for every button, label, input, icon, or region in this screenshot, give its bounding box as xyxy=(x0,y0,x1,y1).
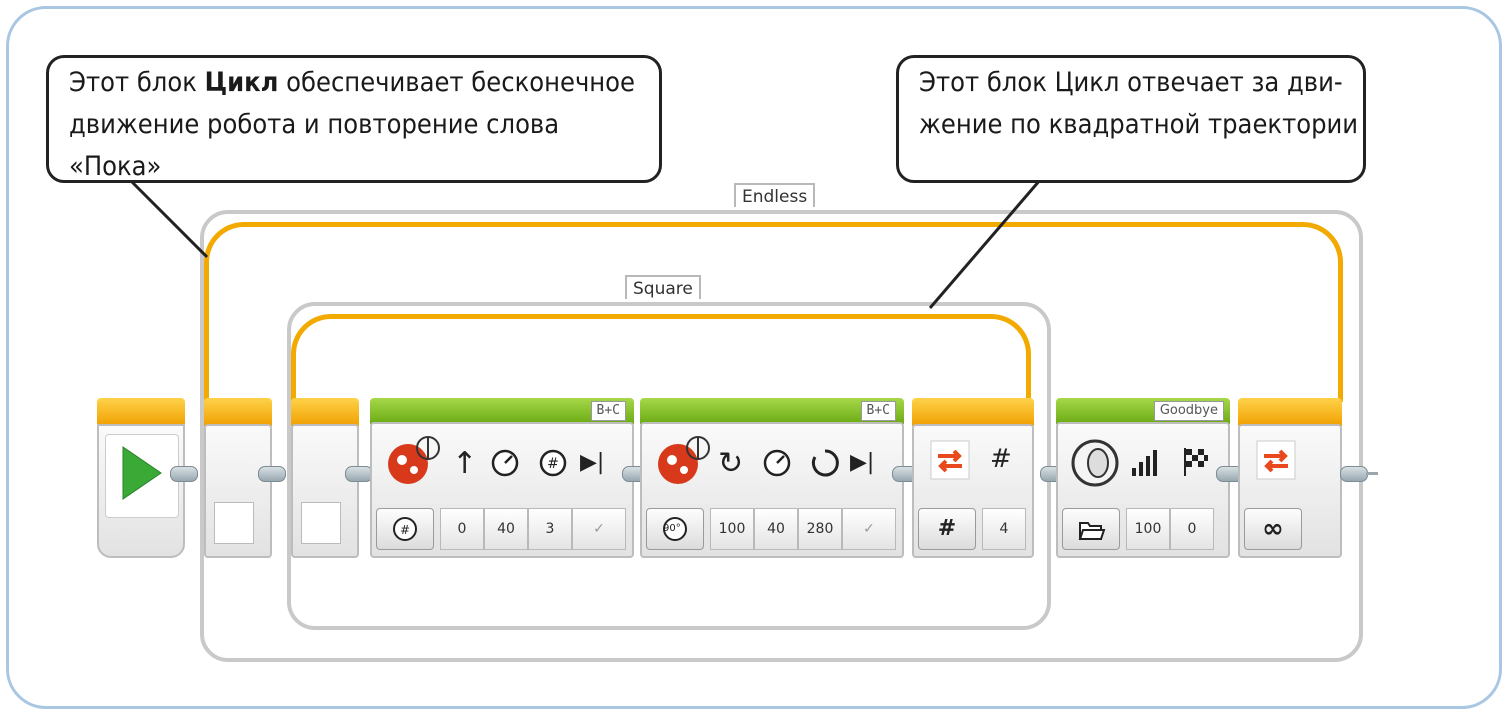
direction-icon: ↑ xyxy=(452,446,478,481)
brake-icon: ▶| xyxy=(850,450,875,475)
power-value[interactable]: 40 xyxy=(484,508,528,550)
count-icon: # xyxy=(990,444,1012,474)
degrees-mode-label: 90° xyxy=(663,523,681,534)
callout-endless-line2: движение робота и повторение слова «Пока… xyxy=(69,109,560,182)
turn-direction-icon: ↻ xyxy=(718,446,744,481)
sound-block[interactable]: Goodbye 100 0 xyxy=(1056,398,1232,558)
mode-selector[interactable]: 90° xyxy=(646,508,704,550)
brake-value[interactable]: ✓ xyxy=(842,508,896,550)
power-icon xyxy=(491,449,519,477)
rotations-count-icon: # xyxy=(539,449,567,477)
steering-value[interactable]: 0 xyxy=(440,508,484,550)
callout-endless-line1-pre: Этот блок xyxy=(69,67,205,98)
speaker-icon xyxy=(1071,439,1119,487)
sound-mode-selector[interactable] xyxy=(1062,508,1120,550)
callout-endless-loop: Этот блок Цикл обеспечивает бесконечное … xyxy=(46,55,662,183)
steering-motor-icon xyxy=(388,436,440,484)
svg-text:#: # xyxy=(547,456,559,472)
square-loop-end[interactable]: # # 4 xyxy=(912,398,1036,558)
play-type-flag-icon xyxy=(1184,448,1208,476)
steering-value[interactable]: 100 xyxy=(710,508,754,550)
steering-motor-icon xyxy=(658,436,710,484)
rotations-value[interactable]: 3 xyxy=(528,508,572,550)
rotations-mode-icon: # xyxy=(393,517,417,541)
sequence-wire-end xyxy=(1366,472,1378,475)
callout-square-loop: Этот блок Цикл отвечает за дви- жение по… xyxy=(896,55,1366,183)
degrees-value[interactable]: 280 xyxy=(798,508,842,550)
loop-icon xyxy=(1256,440,1296,480)
play-triangle-icon xyxy=(122,446,162,500)
callout-endless-line1-bold: Цикл xyxy=(204,67,279,98)
brake-value[interactable]: ✓ xyxy=(572,508,626,550)
brake-icon: ▶| xyxy=(580,450,605,475)
sequence-plug xyxy=(170,466,198,482)
power-icon xyxy=(763,449,791,477)
volume-icon xyxy=(1132,450,1157,476)
sound-file-label[interactable]: Goodbye xyxy=(1153,401,1224,421)
callout-square-line1: Этот блок Цикл отвечает за дви- xyxy=(919,67,1343,98)
move-steering-block-2[interactable]: B+C ↻ ▶| 90° 100 40 280 ✓ xyxy=(640,398,906,558)
degrees-icon xyxy=(811,449,839,477)
endless-loop-end[interactable]: ∞ xyxy=(1238,398,1344,558)
loop-count-value[interactable]: 4 xyxy=(982,508,1026,550)
svg-text:#: # xyxy=(400,523,410,537)
callout-endless-line1-post: обеспечивает бесконечное xyxy=(278,67,635,98)
loop-mode-selector[interactable]: ∞ xyxy=(1244,508,1302,550)
power-value[interactable]: 40 xyxy=(754,508,798,550)
folder-icon xyxy=(1078,522,1106,540)
mode-selector[interactable]: # xyxy=(376,508,434,550)
port-label[interactable]: B+C xyxy=(590,401,626,421)
callout-square-line2: жение по квадратной траектории xyxy=(919,109,1359,140)
volume-value[interactable]: 100 xyxy=(1126,508,1170,550)
loop-icon xyxy=(930,440,970,480)
callout-endless-line1: Этот блок Цикл обеспечивает бесконечное xyxy=(69,62,659,104)
loop-mode-selector[interactable]: # xyxy=(918,508,976,550)
sequence-plug xyxy=(1340,466,1368,482)
sequence-plug xyxy=(345,466,373,482)
port-label[interactable]: B+C xyxy=(860,401,896,421)
play-type-value[interactable]: 0 xyxy=(1170,508,1214,550)
move-steering-block-1[interactable]: B+C ↑ # ▶| # 0 40 3 ✓ xyxy=(370,398,636,558)
sequence-plug xyxy=(258,466,286,482)
